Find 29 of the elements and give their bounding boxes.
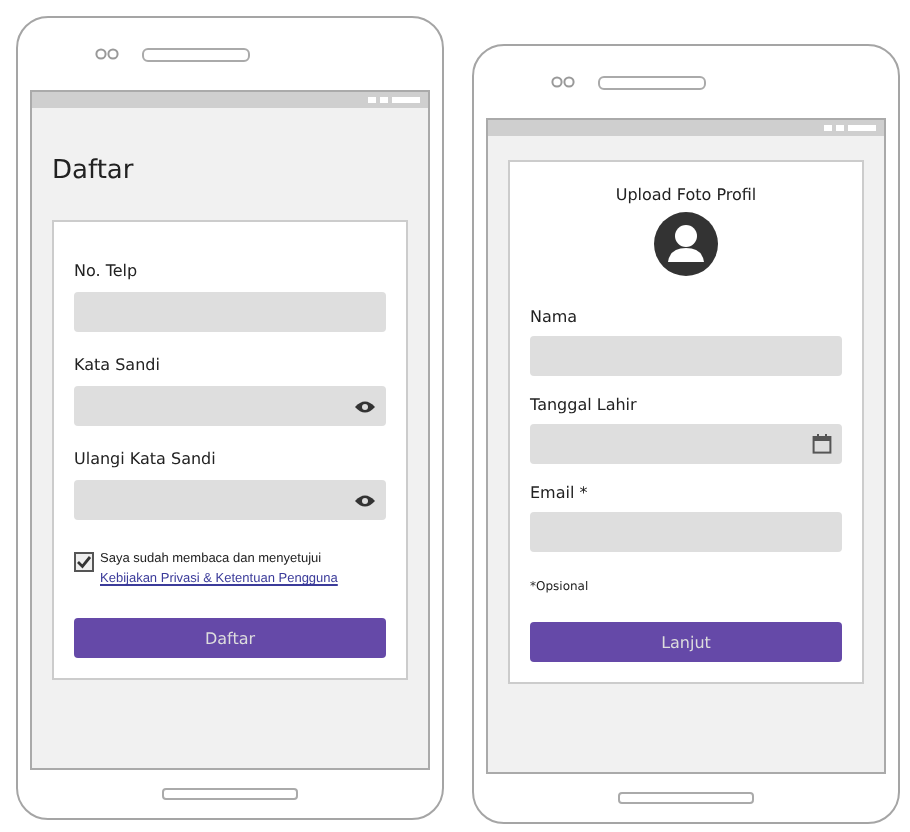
camera-icon <box>550 76 578 88</box>
input-field[interactable] <box>74 292 386 332</box>
screen-title: Daftar <box>52 156 136 190</box>
submit-button[interactable]: Daftar <box>74 618 386 658</box>
avatar-icon[interactable] <box>654 212 718 276</box>
submit-button[interactable]: Lanjut <box>530 622 842 662</box>
eye-icon[interactable] <box>354 399 376 413</box>
checkbox[interactable] <box>74 552 94 572</box>
field-label: Email * <box>530 484 590 502</box>
field-label: Tanggal Lahir <box>530 396 639 414</box>
camera-icon <box>94 48 122 60</box>
speaker-slot <box>142 47 250 61</box>
field-label: Ulangi Kata Sandi <box>74 450 218 468</box>
home-slot <box>618 792 754 804</box>
field-label: No. Telp <box>74 262 140 280</box>
input-field[interactable] <box>530 512 842 552</box>
status-icons <box>368 96 420 104</box>
input-field[interactable] <box>530 336 842 376</box>
field-label: Nama <box>530 308 580 326</box>
input-field[interactable] <box>74 480 386 520</box>
status-icons <box>824 124 876 132</box>
field-label: Kata Sandi <box>74 356 162 374</box>
input-field[interactable] <box>74 386 386 426</box>
screen-title: Upload Foto Profil <box>613 186 759 204</box>
input-field[interactable] <box>530 424 842 464</box>
speaker-slot <box>598 75 706 89</box>
home-slot <box>162 788 298 800</box>
calendar-icon[interactable] <box>812 434 832 454</box>
eye-icon[interactable] <box>354 493 376 507</box>
